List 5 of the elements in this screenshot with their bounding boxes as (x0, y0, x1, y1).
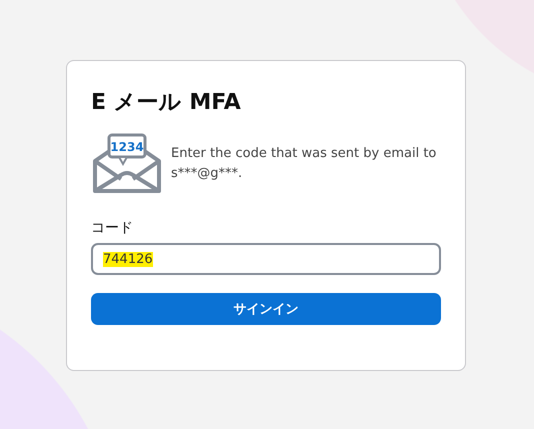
page-title: E メール MFA (91, 89, 242, 117)
instruction-text: Enter the code that was sent by email to s***@g***. (171, 145, 438, 183)
code-field[interactable]: 744126 (91, 243, 441, 275)
code-label: コード (91, 219, 134, 237)
sign-in-button[interactable]: サインイン (91, 293, 441, 325)
